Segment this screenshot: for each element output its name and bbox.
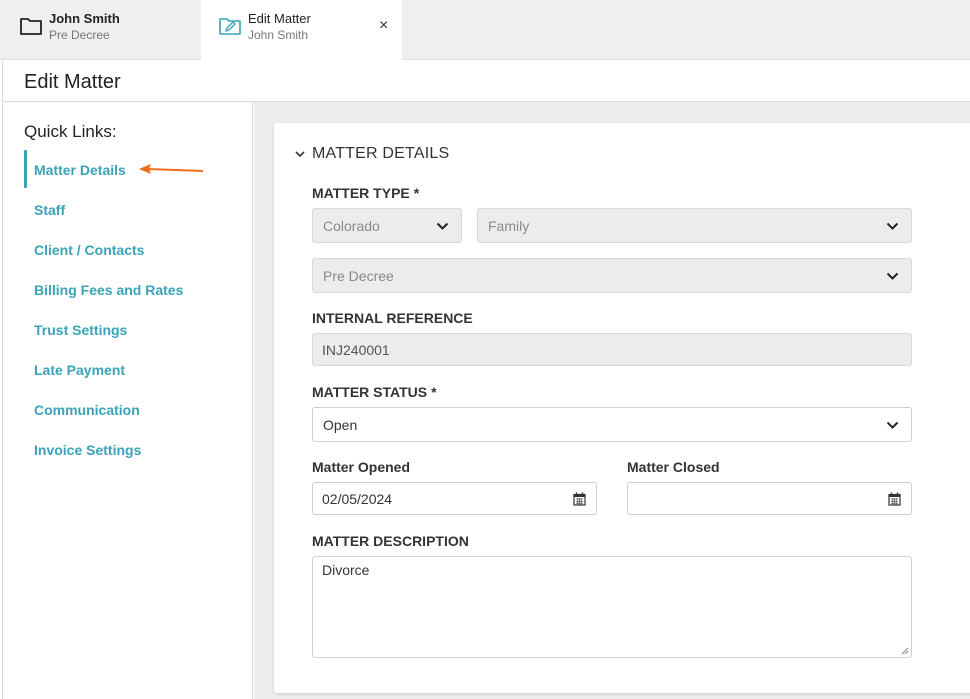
matter-description-label: MATTER DESCRIPTION <box>312 533 469 549</box>
main-content: MATTER DETAILS MATTER TYPE * Colorado Fam… <box>254 102 970 699</box>
matter-closed-label: Matter Closed <box>627 459 720 475</box>
matter-details-card: MATTER DETAILS MATTER TYPE * Colorado Fam… <box>274 123 970 693</box>
required-mark: * <box>431 384 437 400</box>
matter-closed-field[interactable] <box>627 482 912 515</box>
subtype-select[interactable]: Pre Decree <box>312 258 912 293</box>
tab-subtitle: John Smith <box>248 28 309 42</box>
matter-description-value: Divorce <box>322 562 370 578</box>
type-select[interactable]: Family <box>477 208 912 243</box>
internal-reference-label: INTERNAL REFERENCE <box>312 310 473 326</box>
chevron-down-icon <box>886 222 899 230</box>
matter-opened-value: 02/05/2024 <box>322 490 393 507</box>
tab-john-smith[interactable]: John Smith Pre Decree <box>0 0 200 60</box>
quick-link-client-contacts[interactable]: Client / Contacts <box>34 242 144 258</box>
quick-link-communication[interactable]: Communication <box>34 402 140 418</box>
tab-subtitle: Pre Decree <box>49 28 110 42</box>
quick-links-title: Quick Links: <box>24 122 117 141</box>
tab-edit-matter[interactable]: Edit Matter John Smith × <box>201 0 402 61</box>
close-icon[interactable]: × <box>379 18 388 34</box>
resize-handle-icon[interactable] <box>901 647 909 655</box>
matter-opened-label: Matter Opened <box>312 459 411 475</box>
quick-link-invoice-settings[interactable]: Invoice Settings <box>34 442 141 458</box>
tab-title: John Smith <box>49 11 120 26</box>
page-header: Edit Matter <box>2 61 970 102</box>
calendar-icon[interactable] <box>573 492 586 506</box>
chevron-down-icon <box>295 151 305 158</box>
quick-link-staff[interactable]: Staff <box>34 202 65 218</box>
type-select-value: Family <box>488 217 530 234</box>
matter-status-value: Open <box>323 416 358 433</box>
section-toggle[interactable]: MATTER DETAILS <box>294 145 449 163</box>
matter-description-textarea[interactable]: Divorce <box>312 556 912 658</box>
chevron-down-icon <box>886 421 899 429</box>
required-mark: * <box>413 185 420 201</box>
chevron-down-icon <box>886 272 899 280</box>
folder-edit-icon <box>219 18 241 35</box>
arrow-left-icon <box>139 164 204 174</box>
matter-opened-field[interactable]: 02/05/2024 <box>312 482 597 515</box>
quick-link-trust-settings[interactable]: Trust Settings <box>34 322 127 338</box>
quick-link-billing-fees[interactable]: Billing Fees and Rates <box>34 282 183 298</box>
state-select-value: Colorado <box>323 217 380 234</box>
matter-status-select[interactable]: Open <box>312 407 912 442</box>
section-title: MATTER DETAILS <box>312 145 450 162</box>
matter-type-label: MATTER TYPE * <box>312 185 420 201</box>
quick-link-matter-details[interactable]: Matter Details <box>34 162 126 178</box>
matter-status-label: MATTER STATUS * <box>312 384 437 400</box>
internal-reference-field: INJ240001 <box>312 333 912 366</box>
state-select[interactable]: Colorado <box>312 208 462 243</box>
subtype-select-value: Pre Decree <box>323 267 394 284</box>
active-indicator <box>24 150 27 188</box>
page-title: Edit Matter <box>24 71 121 93</box>
folder-icon <box>20 18 42 35</box>
calendar-icon[interactable] <box>888 492 901 506</box>
tab-bar: John Smith Pre Decree Edit Matter John S… <box>0 0 970 61</box>
tab-title: Edit Matter <box>248 11 311 26</box>
internal-reference-value: INJ240001 <box>322 341 390 358</box>
quick-link-late-payment[interactable]: Late Payment <box>34 362 125 378</box>
chevron-down-icon <box>436 222 449 230</box>
quick-links-sidebar: Quick Links: Matter Details Staff Client… <box>2 102 253 699</box>
